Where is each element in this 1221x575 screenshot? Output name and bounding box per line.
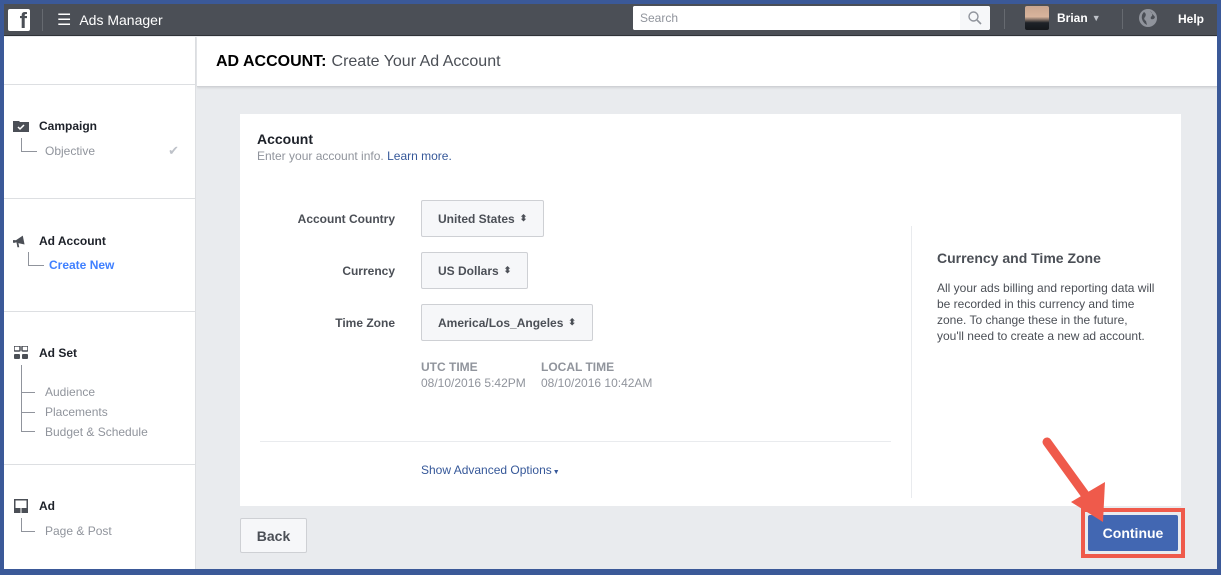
sidebar-item-objective[interactable]: Objective ✔ [4, 141, 195, 161]
sidebar-section-campaign: Campaign Objective ✔ [4, 85, 195, 199]
account-country-label: Account Country [297, 211, 395, 226]
sidebar-item-create-new[interactable]: Create New [4, 255, 114, 275]
utc-time-value: 08/10/2016 5:42PM [421, 376, 526, 390]
top-nav-bar: f ☰ Ads Manager Brian ▼ Help [4, 4, 1217, 36]
sidebar-item-ad-account[interactable]: Ad Account [4, 233, 106, 249]
page-title-text: Create Your Ad Account [331, 52, 501, 70]
sidebar-section-title: Ad Account [39, 234, 106, 248]
info-title: Currency and Time Zone [937, 250, 1101, 266]
sidebar-item-budget-schedule[interactable]: Budget & Schedule [4, 422, 148, 442]
app-title[interactable]: Ads Manager [79, 12, 162, 28]
ad-layout-icon [13, 499, 29, 513]
utc-time: UTC TIME 08/10/2016 5:42PM [421, 360, 526, 390]
sidebar-item-label: Placements [45, 405, 108, 419]
sidebar-item-ad-set[interactable]: Ad Set [4, 346, 77, 360]
sidebar-item-label: Page & Post [45, 524, 112, 538]
search-icon [968, 11, 982, 25]
account-card: Account Enter your account info. Learn m… [240, 114, 1181, 506]
nav-divider [1122, 9, 1123, 29]
main-content: AD ACCOUNT: Create Your Ad Account Accou… [197, 37, 1217, 569]
app-frame: f ☰ Ads Manager Brian ▼ Help [4, 4, 1217, 569]
nav-divider [42, 8, 43, 31]
facebook-logo-glyph: f [19, 8, 27, 31]
avatar [1025, 6, 1049, 30]
currency-select[interactable]: US Dollars ⬍ [421, 252, 529, 289]
sidebar-item-label: Create New [49, 258, 115, 272]
local-time-value: 08/10/2016 10:42AM [541, 376, 653, 390]
divider [260, 441, 891, 442]
select-value: US Dollars [438, 263, 499, 278]
sidebar-section-ad: Ad Page & Post [4, 465, 195, 569]
page-title: AD ACCOUNT: Create Your Ad Account [197, 37, 1217, 87]
megaphone-icon [13, 233, 29, 249]
show-advanced-options-link[interactable]: Show Advanced Options▼ [421, 463, 560, 477]
sidebar-section-ad-account: Ad Account Create New [4, 199, 195, 312]
currency-label: Currency [342, 263, 395, 278]
description-text: Enter your account info. [257, 149, 384, 163]
form-row-currency: Currency US Dollars ⬍ [240, 252, 529, 289]
time-zone-select[interactable]: America/Los_Angeles ⬍ [421, 304, 593, 341]
form-row-timezone: Time Zone America/Los_Angeles ⬍ [240, 304, 593, 341]
page-title-prefix: AD ACCOUNT: [216, 52, 327, 70]
user-menu[interactable]: Brian ▼ [1025, 6, 1101, 30]
form-row-country: Account Country United States ⬍ [240, 200, 545, 237]
sidebar-item-label: Audience [45, 385, 96, 399]
menu-icon[interactable]: ☰ [57, 10, 71, 30]
sidebar-section-title: Campaign [39, 119, 98, 133]
account-country-select[interactable]: United States ⬍ [421, 200, 545, 237]
sidebar-item-placements[interactable]: Placements [4, 402, 108, 422]
time-zone-label: Time Zone [335, 315, 395, 330]
folder-check-icon [13, 120, 29, 132]
sidebar-item-audience[interactable]: Audience [4, 382, 95, 402]
sort-arrows-icon: ⬍ [503, 265, 512, 275]
local-time-label: LOCAL TIME [541, 360, 615, 374]
facebook-logo-icon[interactable]: f [8, 8, 30, 31]
sidebar-item-label: Objective [45, 144, 96, 158]
search-input[interactable] [633, 6, 960, 30]
sidebar-header-spacer [4, 37, 195, 85]
learn-more-link[interactable]: Learn more. [387, 149, 452, 163]
globe-icon[interactable] [1138, 8, 1158, 28]
user-name: Brian [1057, 11, 1088, 25]
sidebar-section-title: Ad Set [39, 346, 78, 360]
sidebar-section-title: Ad [39, 499, 55, 513]
card-title: Account [257, 131, 313, 147]
help-link[interactable]: Help [1178, 12, 1204, 26]
utc-time-label: UTC TIME [421, 360, 478, 374]
card-description: Enter your account info. Learn more. [257, 149, 452, 163]
sidebar-item-ad[interactable]: Ad [4, 499, 55, 513]
sort-arrows-icon: ⬍ [568, 317, 576, 327]
select-value: America/Los_Angeles [438, 315, 564, 330]
info-text: All your ads billing and reporting data … [937, 281, 1155, 343]
sidebar: Campaign Objective ✔ Ad Account Create N… [4, 37, 196, 569]
continue-button[interactable]: Continue [1088, 515, 1178, 551]
divider [911, 226, 912, 498]
caret-down-icon: ▼ [552, 469, 560, 476]
sidebar-item-campaign[interactable]: Campaign [4, 119, 97, 133]
annotation-highlight-box: Continue [1081, 508, 1185, 558]
select-value: United States [438, 211, 515, 226]
checkmark-icon: ✔ [168, 143, 179, 158]
sidebar-section-ad-set: Ad Set Audience Placements Budget & Sche… [4, 312, 195, 465]
local-time: LOCAL TIME 08/10/2016 10:42AM [541, 360, 652, 390]
search-box [633, 6, 990, 30]
sort-arrows-icon: ⬍ [519, 213, 528, 223]
back-button[interactable]: Back [240, 518, 307, 553]
grid-icon [13, 346, 29, 360]
advanced-link-text: Show Advanced Options [421, 463, 552, 477]
sidebar-item-label: Budget & Schedule [45, 425, 148, 439]
chevron-down-icon: ▼ [1091, 13, 1101, 23]
nav-divider [1004, 9, 1005, 29]
sidebar-item-page-post[interactable]: Page & Post [4, 521, 112, 541]
search-button[interactable] [960, 6, 990, 30]
